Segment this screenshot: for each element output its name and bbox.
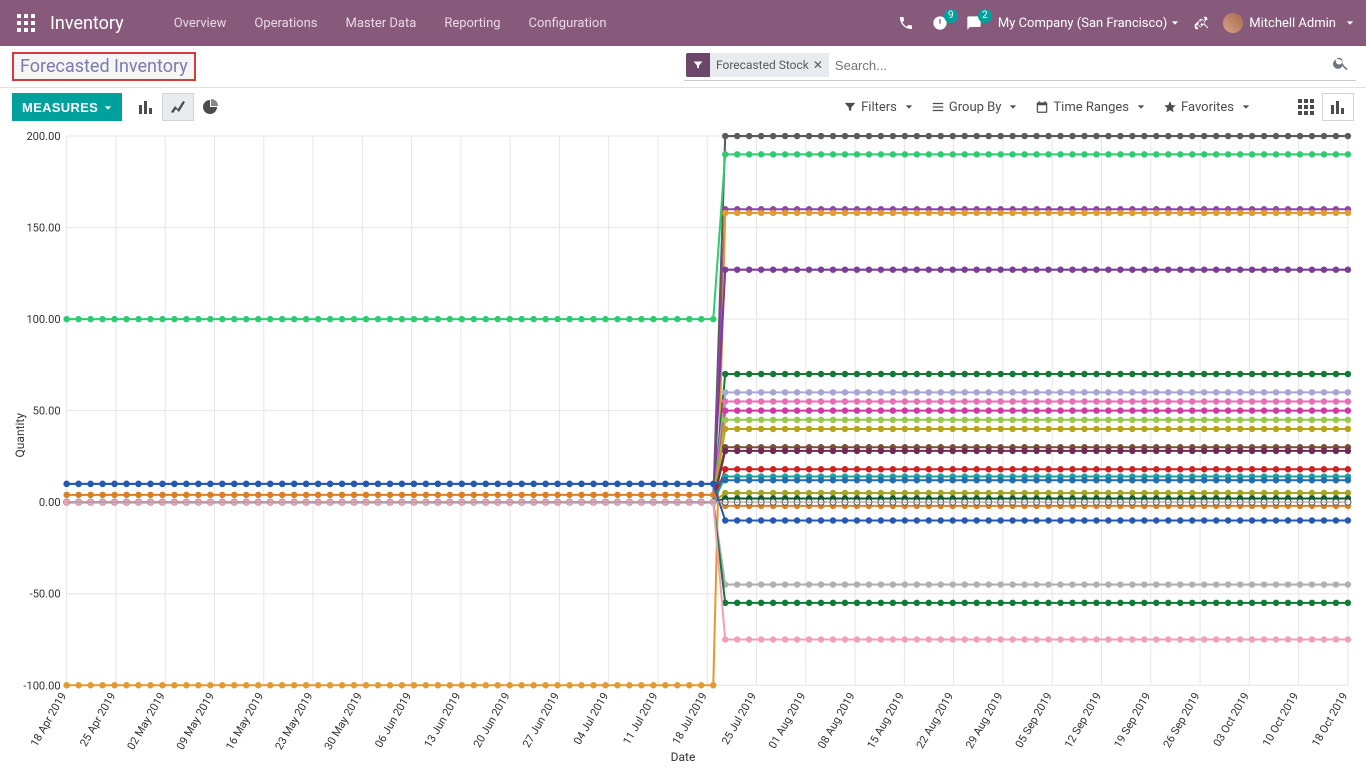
menu-master-data[interactable]: Master Data <box>335 10 426 37</box>
svg-text:09 May 2019: 09 May 2019 <box>174 690 217 752</box>
svg-text:19 Sep 2019: 19 Sep 2019 <box>1111 690 1153 750</box>
chevron-down-icon <box>1242 100 1250 115</box>
svg-text:02 May 2019: 02 May 2019 <box>125 690 168 752</box>
chart-container: Quantity -100.00 -50.00 0.00 50.00 100.00 150… <box>0 126 1366 766</box>
menu-operations[interactable]: Operations <box>244 10 327 37</box>
svg-text:22 Aug 2019: 22 Aug 2019 <box>914 690 956 751</box>
svg-text:23 May 2019: 23 May 2019 <box>272 690 315 752</box>
svg-text:30 May 2019: 30 May 2019 <box>322 690 365 752</box>
chevron-down-icon <box>104 100 112 115</box>
filters-dropdown[interactable]: Filters <box>843 100 913 115</box>
svg-text:29 Aug 2019: 29 Aug 2019 <box>963 690 1005 751</box>
bar-chart-button[interactable] <box>130 93 162 121</box>
svg-text:01 Aug 2019: 01 Aug 2019 <box>766 690 808 751</box>
view-switch <box>1290 93 1354 121</box>
menu-configuration[interactable]: Configuration <box>519 10 617 37</box>
svg-text:-100.00: -100.00 <box>23 679 60 692</box>
chevron-down-icon <box>1009 100 1017 115</box>
line-chart[interactable]: -100.00 -50.00 0.00 50.00 100.00 150.00 200.00… <box>4 130 1358 766</box>
svg-text:03 Oct 2019: 03 Oct 2019 <box>1211 690 1252 748</box>
company-switcher[interactable]: My Company (San Francisco) <box>998 16 1179 31</box>
favorites-label: Favorites <box>1181 100 1234 115</box>
user-menu[interactable]: Mitchell Admin <box>1223 13 1354 33</box>
avatar <box>1223 13 1243 33</box>
groupby-label: Group By <box>949 100 1002 115</box>
svg-text:16 May 2019: 16 May 2019 <box>223 690 266 752</box>
svg-text:12 Sep 2019: 12 Sep 2019 <box>1062 690 1104 750</box>
breadcrumb-wrap: Forecasted Inventory <box>0 56 208 77</box>
chevron-down-icon <box>1137 100 1145 115</box>
close-icon[interactable]: ✕ <box>813 58 823 72</box>
filter-chip-label: Forecasted Stock <box>716 58 809 72</box>
filter-chip[interactable]: Forecasted Stock ✕ <box>710 53 829 77</box>
pie-chart-button[interactable] <box>194 93 226 121</box>
systray-icons: 9 2 <box>898 15 982 31</box>
chat-badge: 2 <box>978 9 992 23</box>
chat-icon[interactable]: 2 <box>966 15 982 31</box>
svg-text:150.00: 150.00 <box>26 222 60 235</box>
chevron-down-icon <box>1346 16 1354 31</box>
menu-reporting[interactable]: Reporting <box>434 10 510 37</box>
svg-text:04 Jul 2019: 04 Jul 2019 <box>571 690 611 747</box>
filter-chip-icon <box>686 53 710 77</box>
chevron-down-icon <box>905 100 913 115</box>
filters-label: Filters <box>861 100 897 115</box>
svg-text:05 Sep 2019: 05 Sep 2019 <box>1013 690 1055 750</box>
favorites-dropdown[interactable]: Favorites <box>1163 100 1250 115</box>
svg-text:200.00: 200.00 <box>26 130 60 143</box>
y-axis-label: Quantity <box>13 413 27 457</box>
svg-text:11 Jul 2019: 11 Jul 2019 <box>620 690 660 747</box>
measures-button[interactable]: MEASURES <box>12 93 122 121</box>
search-input[interactable] <box>829 54 1328 77</box>
phone-icon[interactable] <box>898 15 914 31</box>
search-icon[interactable] <box>1328 52 1354 78</box>
user-name: Mitchell Admin <box>1249 16 1336 31</box>
toolbar: MEASURES Filters Group By Time Ranges <box>0 88 1366 126</box>
svg-text:13 Jun 2019: 13 Jun 2019 <box>422 690 464 750</box>
svg-text:0.00: 0.00 <box>39 496 61 509</box>
chart-type-switch <box>130 93 226 121</box>
svg-text:10 Oct 2019: 10 Oct 2019 <box>1260 690 1301 748</box>
svg-text:18 Apr 2019: 18 Apr 2019 <box>28 690 69 749</box>
svg-text:25 Apr 2019: 25 Apr 2019 <box>77 690 118 749</box>
svg-text:08 Aug 2019: 08 Aug 2019 <box>815 690 857 751</box>
timeranges-dropdown[interactable]: Time Ranges <box>1035 100 1145 115</box>
menu-overview[interactable]: Overview <box>164 10 237 37</box>
search-bar: Forecasted Stock ✕ <box>684 52 1356 81</box>
control-panel: Forecasted Inventory Forecasted Stock ✕ <box>0 46 1366 88</box>
graph-view-button[interactable] <box>1322 93 1354 121</box>
timeranges-label: Time Ranges <box>1053 100 1129 115</box>
activity-icon[interactable]: 9 <box>932 15 948 31</box>
x-axis-label: Date <box>671 750 696 764</box>
svg-text:26 Sep 2019: 26 Sep 2019 <box>1161 690 1203 750</box>
svg-text:18 Jul 2019: 18 Jul 2019 <box>670 690 710 747</box>
svg-text:20 Jun 2019: 20 Jun 2019 <box>471 690 513 750</box>
svg-text:100.00: 100.00 <box>26 313 60 326</box>
company-label: My Company (San Francisco) <box>998 16 1167 31</box>
svg-text:50.00: 50.00 <box>33 405 61 418</box>
measures-label: MEASURES <box>22 100 98 115</box>
groupby-dropdown[interactable]: Group By <box>931 100 1018 115</box>
app-brand[interactable]: Inventory <box>50 13 124 34</box>
activity-badge: 9 <box>944 9 958 23</box>
search-options: Filters Group By Time Ranges Favorites <box>843 100 1250 115</box>
main-menu: Overview Operations Master Data Reportin… <box>164 10 898 37</box>
apps-icon[interactable] <box>12 9 40 37</box>
svg-text:27 Jun 2019: 27 Jun 2019 <box>520 690 562 750</box>
breadcrumb[interactable]: Forecasted Inventory <box>12 52 196 81</box>
svg-text:25 Jul 2019: 25 Jul 2019 <box>719 690 759 747</box>
svg-text:-50.00: -50.00 <box>30 588 61 601</box>
pivot-view-button[interactable] <box>1290 93 1322 121</box>
svg-text:18 Oct 2019: 18 Oct 2019 <box>1309 690 1350 748</box>
debug-icon[interactable] <box>1193 15 1209 31</box>
svg-text:15 Aug 2019: 15 Aug 2019 <box>864 690 906 751</box>
svg-text:06 Jun 2019: 06 Jun 2019 <box>372 690 414 750</box>
chevron-down-icon <box>1171 16 1179 31</box>
top-nav: Inventory Overview Operations Master Dat… <box>0 0 1366 46</box>
line-chart-button[interactable] <box>162 93 194 121</box>
